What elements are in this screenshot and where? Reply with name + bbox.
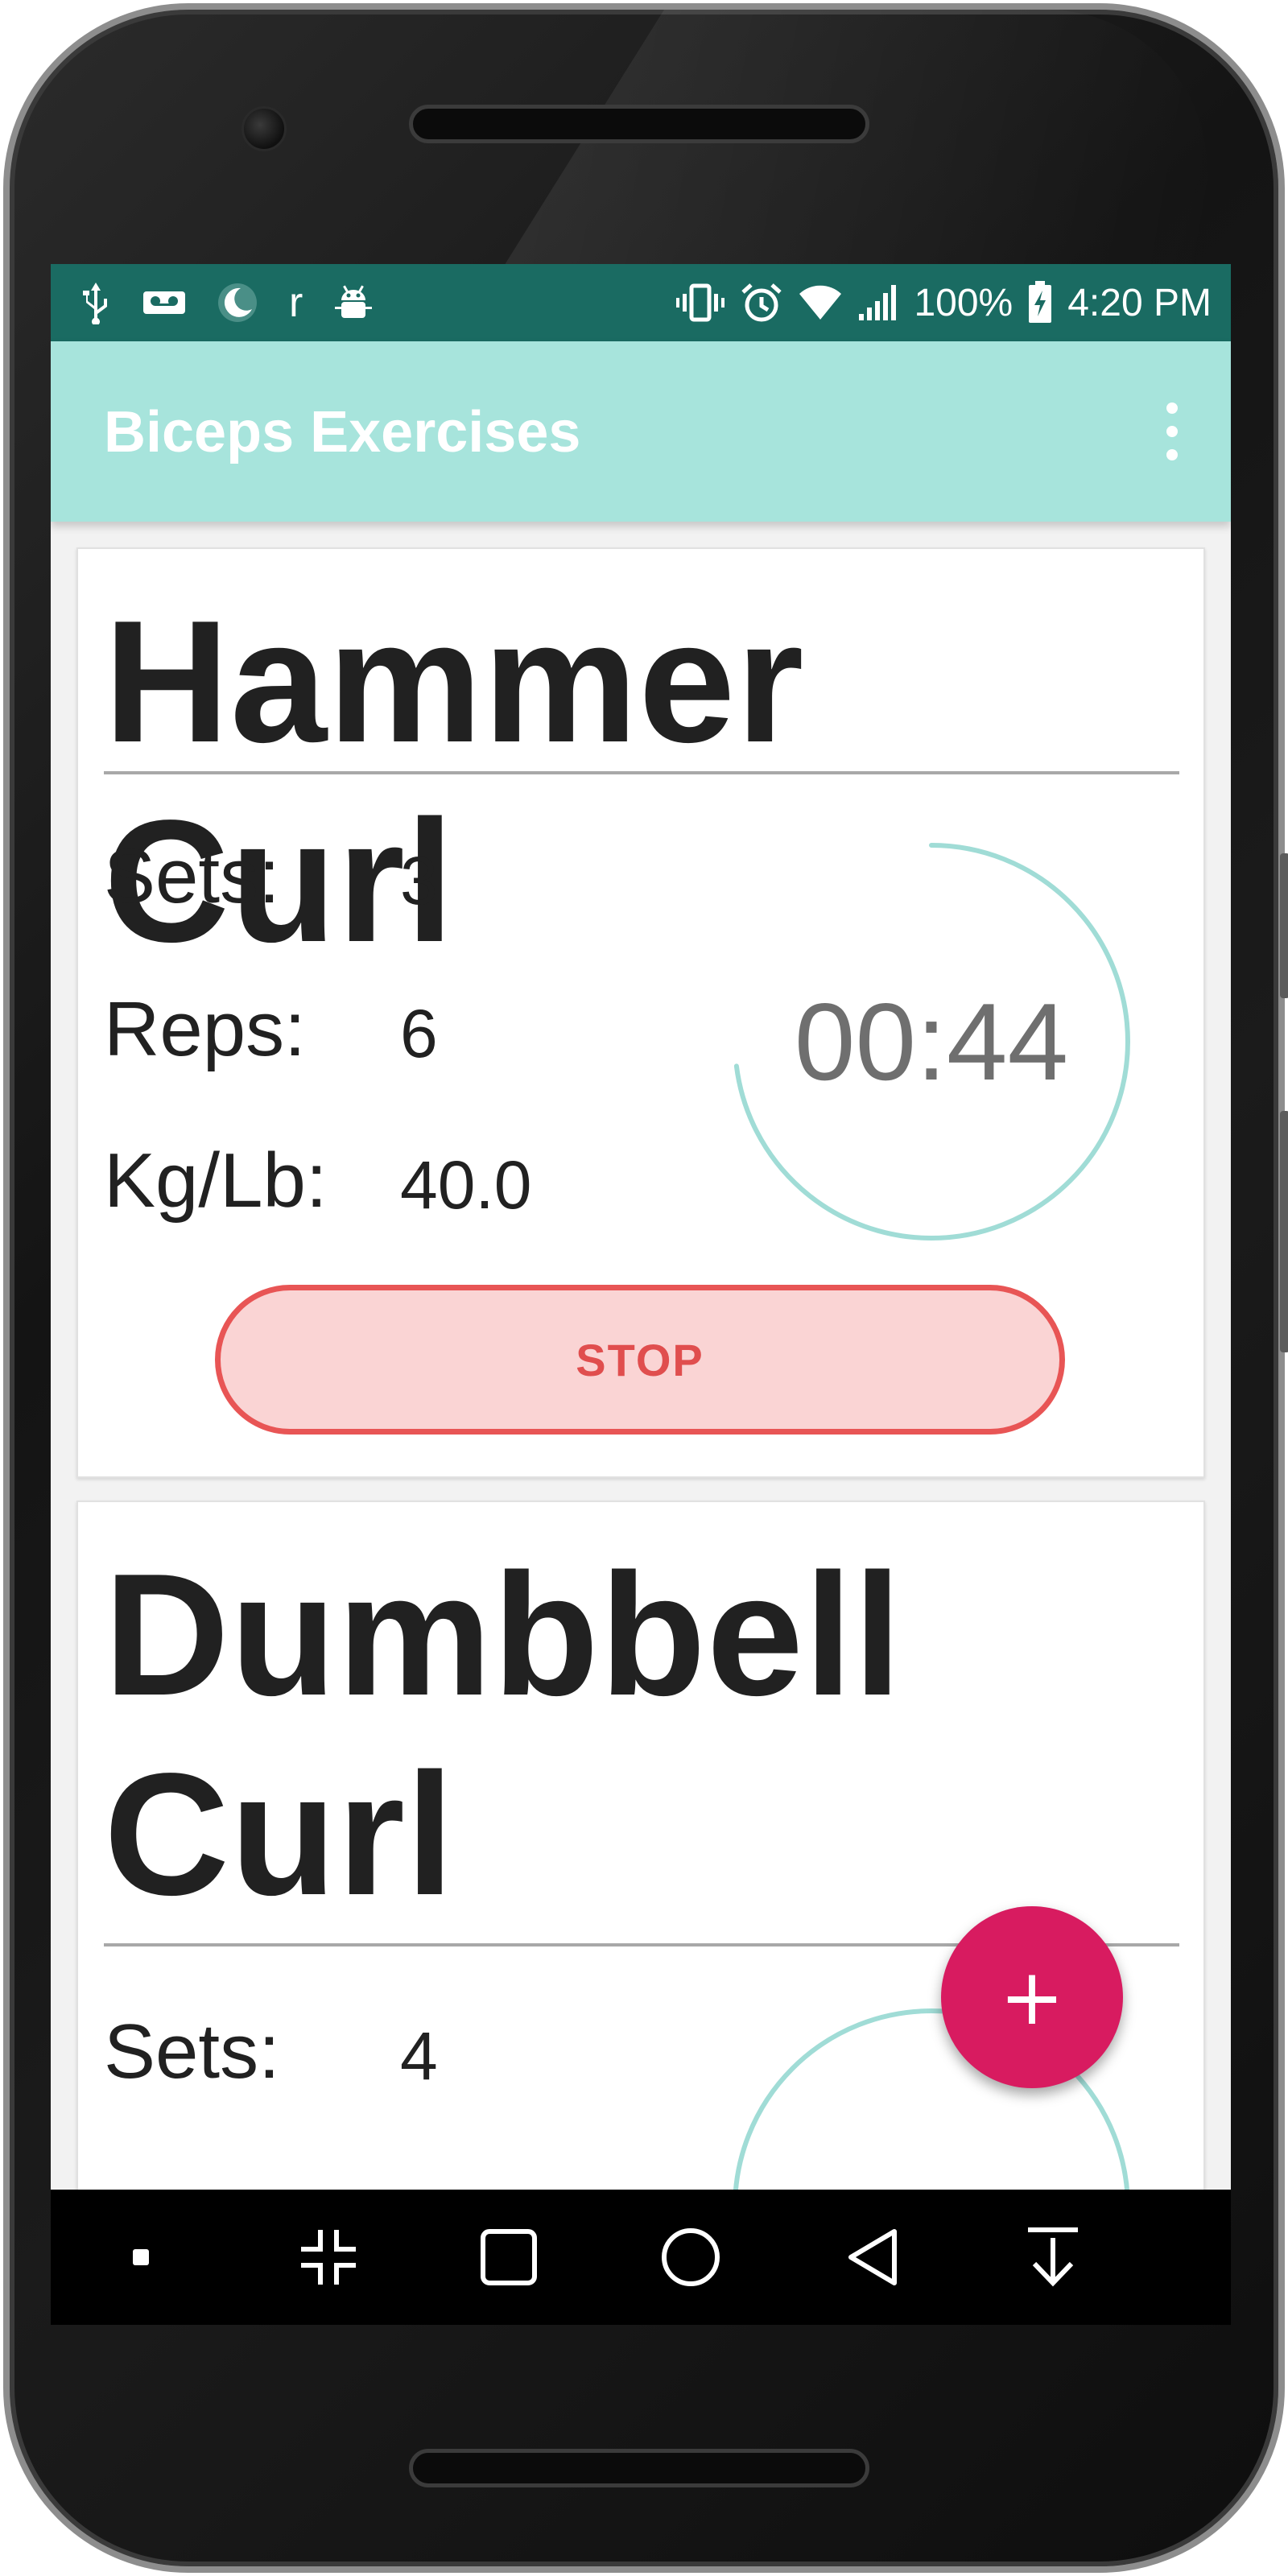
battery-charging-icon: [1027, 281, 1053, 324]
r-text-icon: r: [289, 279, 303, 326]
back-icon[interactable]: [812, 2190, 933, 2325]
sets-label: Sets:: [104, 2008, 280, 2095]
signal-icon: [857, 283, 899, 322]
battery-percent: 100%: [914, 281, 1013, 324]
status-bar: r 100% 4:20 PM: [51, 264, 1231, 341]
sets-label: Sets:: [104, 833, 280, 919]
alarm-icon: [740, 281, 783, 324]
add-icon: +: [999, 1952, 1065, 2042]
front-camera: [242, 106, 287, 151]
wifi-icon: [798, 284, 843, 321]
usb-icon: [80, 281, 112, 324]
weight-label: Kg/Lb:: [104, 1137, 328, 1224]
stop-button[interactable]: STOP: [215, 1285, 1065, 1435]
moon-icon: [217, 282, 258, 324]
reps-label: Reps:: [104, 986, 306, 1072]
phone-frame: r 100% 4:20 PM Biceps Exercises Hammer C…: [0, 0, 1288, 2576]
sets-value: 4: [400, 2018, 438, 2094]
timer-value: 00:44: [794, 980, 1069, 1103]
app-bar: Biceps Exercises: [51, 341, 1231, 522]
status-right-icons: 100% 4:20 PM: [675, 277, 1212, 328]
power-button: [1280, 1111, 1288, 1352]
status-time: 4:20 PM: [1067, 281, 1212, 324]
sets-value: 3: [400, 843, 438, 919]
top-speaker: [409, 105, 869, 143]
collapse-icon[interactable]: [268, 2190, 389, 2325]
voicemail-icon: [142, 288, 186, 317]
download-arrow-icon[interactable]: [993, 2190, 1113, 2325]
exercise-card[interactable]: Hammer Curl Sets: 3 Reps: 6 Kg/Lb: 40.0 …: [76, 547, 1205, 1478]
weight-value: 40.0: [400, 1147, 532, 1223]
bottom-speaker: [409, 2449, 869, 2487]
android-debug-icon: [333, 283, 374, 323]
title-divider: [104, 771, 1179, 774]
home-icon[interactable]: [630, 2190, 751, 2325]
recents-icon[interactable]: [448, 2190, 569, 2325]
status-left-icons: r: [80, 279, 374, 326]
overflow-menu-icon[interactable]: [1160, 402, 1184, 460]
page-title: Biceps Exercises: [104, 400, 581, 464]
volume-button: [1280, 853, 1288, 998]
add-button[interactable]: +: [941, 1906, 1123, 2088]
screenshot-dot-icon[interactable]: [109, 2190, 173, 2325]
vibrate-icon: [675, 283, 725, 323]
navigation-bar: [51, 2190, 1231, 2325]
exercise-name-line1: Dumbbell: [104, 1537, 903, 1732]
rest-timer: 00:44: [722, 832, 1141, 1251]
reps-value: 6: [400, 996, 438, 1071]
exercise-name-line2: Curl: [104, 1736, 455, 1931]
screen: r 100% 4:20 PM Biceps Exercises Hammer C…: [51, 264, 1231, 2325]
